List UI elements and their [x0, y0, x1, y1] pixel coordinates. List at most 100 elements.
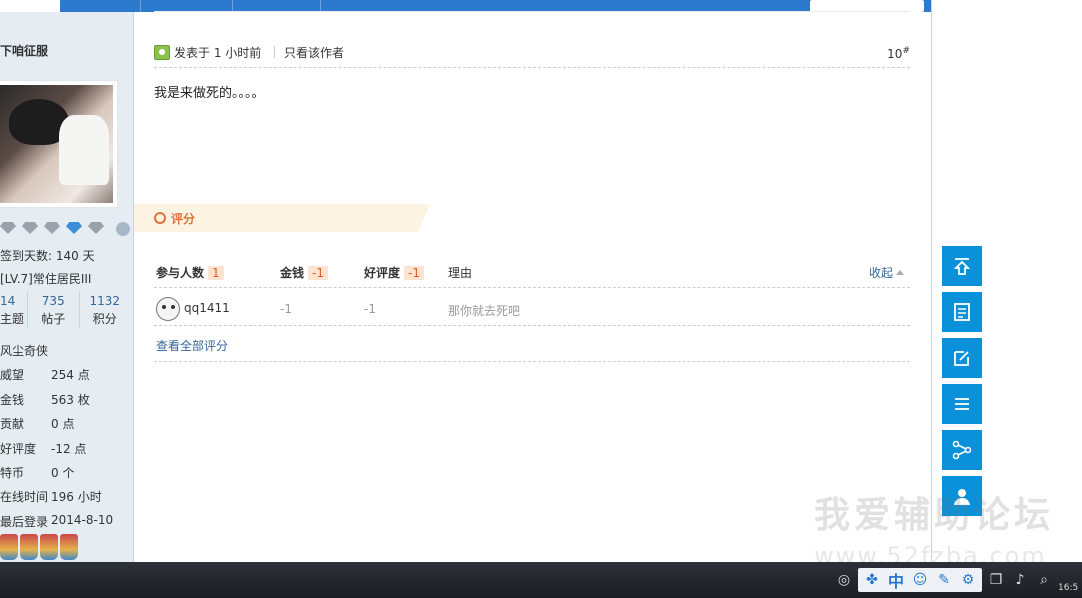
- ime-mode-toggle[interactable]: 中: [886, 570, 906, 591]
- diamond-icon: [44, 222, 60, 234]
- menu-icon: [955, 398, 969, 410]
- participants-count: 1: [208, 266, 224, 280]
- reply-list-icon: [954, 303, 970, 321]
- edit-icon: [954, 351, 969, 366]
- rater-goodness: -1: [364, 302, 376, 316]
- network-icon[interactable]: ◎: [834, 570, 854, 590]
- user-level[interactable]: [LV.7]常住居民III: [0, 270, 91, 287]
- rater-username[interactable]: qq1411: [184, 301, 230, 315]
- post-header: 发表于 1 小时前 只看该作者 10#: [154, 42, 910, 68]
- author-stats: 14 主题 735 帖子 1132 积分: [0, 292, 130, 328]
- info-key: 好评度: [0, 441, 37, 456]
- online-user-icon: [154, 45, 170, 60]
- money-label: 金钱: [280, 266, 305, 280]
- rating-tab: 评分: [134, 204, 430, 232]
- nav-tab-2[interactable]: [82, 0, 132, 12]
- rating-circle-icon: [154, 212, 166, 224]
- nav-separator: [140, 0, 141, 12]
- stat-num: 14: [0, 294, 16, 308]
- floor-number[interactable]: 10#: [887, 46, 910, 61]
- stat-threads[interactable]: 14 主题: [0, 292, 28, 328]
- system-tray: ◎ ✤ 中 ☺ ✎ ⚙ ❐ ♪ ⌕ 16:54: [834, 562, 1082, 598]
- post-time: 发表于 1 小时前: [174, 46, 262, 60]
- info-row: 在线时间 196 小时: [0, 488, 130, 512]
- floating-toolbar: [942, 246, 982, 522]
- reason-header: 理由: [448, 266, 473, 280]
- info-key: 金钱: [0, 392, 25, 407]
- window-icon[interactable]: ❐: [986, 570, 1006, 590]
- gear-icon[interactable]: ⚙: [958, 570, 978, 590]
- medal-icon[interactable]: [20, 534, 38, 560]
- divider: [274, 46, 275, 58]
- stat-num: 1132: [89, 294, 121, 308]
- stat-posts[interactable]: 735 帖子: [28, 292, 80, 328]
- table-row: qq1411 -1 -1 那你就去死吧: [154, 292, 910, 326]
- rater-reason: 那你就去死吧: [448, 304, 521, 318]
- search-icon[interactable]: ⌕: [1034, 570, 1054, 590]
- author-avatar[interactable]: [0, 80, 118, 208]
- emoji-icon[interactable]: ☺: [910, 570, 930, 590]
- info-value: 563 枚: [51, 392, 90, 407]
- pen-icon[interactable]: ✎: [934, 570, 954, 590]
- taskbar-clock[interactable]: 16:54: [1058, 583, 1078, 593]
- info-row: 特币 0 个: [0, 464, 130, 488]
- author-badges: [0, 534, 78, 560]
- caret-up-icon: [896, 270, 904, 275]
- author-info-list: 风尘奇侠 威望 254 点 金钱 563 枚 贡献 0 点 好评度 -12 点 特币 0 …: [0, 342, 130, 537]
- floor-mark: #: [902, 46, 910, 56]
- view-author-only-link[interactable]: 只看该作者: [284, 44, 344, 61]
- diamond-icon: [0, 222, 16, 234]
- stat-label: 主题: [0, 312, 25, 326]
- to-top-button[interactable]: [942, 246, 982, 286]
- info-row: 贡献 0 点: [0, 415, 130, 439]
- post-content: 我是来做死的。。。。: [154, 86, 265, 101]
- reply-list-button[interactable]: [942, 292, 982, 332]
- os-taskbar: ◎ ✤ 中 ☺ ✎ ⚙ ❐ ♪ ⌕ 16:54: [0, 562, 1082, 598]
- info-key: 威望: [0, 368, 25, 383]
- avatar-photo: [0, 85, 113, 203]
- money-header: 金钱 -1: [280, 264, 328, 281]
- goodness-total: -1: [404, 266, 424, 280]
- info-key: 特币: [0, 465, 25, 480]
- ime-toolbar: ✤ 中 ☺ ✎ ⚙: [858, 568, 982, 592]
- watermark-title: 我爱辅助论坛: [814, 495, 1055, 536]
- author-username[interactable]: 下咱征服: [0, 42, 48, 59]
- diamond-icon: [88, 222, 104, 234]
- participants-header: 参与人数 1: [156, 264, 224, 281]
- info-row: 威望 254 点: [0, 366, 130, 390]
- menu-button[interactable]: [942, 384, 982, 424]
- info-key: 在线时间: [0, 490, 49, 505]
- stat-label: 帖子: [41, 312, 66, 326]
- floor-value: 10: [887, 47, 903, 61]
- stat-num: 735: [41, 294, 65, 308]
- info-row: 好评度 -12 点: [0, 440, 130, 464]
- medal-icon[interactable]: [60, 534, 78, 560]
- author-profile-sidebar: 下咱征服 签到天数: 140 天 [LV.7]常住居民III 14 主题 735…: [0, 12, 134, 562]
- participants-label: 参与人数: [156, 266, 205, 280]
- nav-tab-active[interactable]: [0, 0, 60, 12]
- goodness-label: 好评度: [364, 266, 401, 280]
- stat-points[interactable]: 1132 积分: [80, 292, 131, 328]
- info-key: 贡献: [0, 417, 25, 432]
- medal-icon[interactable]: [40, 534, 58, 560]
- rater-avatar[interactable]: [156, 297, 180, 321]
- share-button[interactable]: [942, 430, 982, 470]
- checkin-days: 签到天数: 140 天: [0, 249, 95, 263]
- view-all-ratings-link[interactable]: 查看全部评分: [156, 337, 228, 354]
- info-row: 金钱 563 枚: [0, 391, 130, 415]
- rater-money: -1: [280, 302, 292, 316]
- quick-reply-button[interactable]: [942, 338, 982, 378]
- medal-icon[interactable]: [0, 534, 18, 560]
- view-all-row: 查看全部评分: [154, 328, 910, 362]
- goodness-header: 好评度 -1: [364, 264, 424, 281]
- share-icon: [952, 440, 972, 460]
- volume-icon[interactable]: ♪: [1010, 570, 1030, 590]
- help-icon[interactable]: [116, 222, 130, 236]
- collapse-ratings-link[interactable]: 收起: [869, 264, 904, 281]
- diamond-icon: [66, 222, 82, 234]
- paw-icon[interactable]: ✤: [862, 570, 882, 590]
- info-row: 风尘奇侠: [0, 342, 130, 366]
- content-border: [931, 0, 932, 562]
- author-rank-medals: [0, 222, 130, 236]
- collapse-label: 收起: [868, 266, 893, 280]
